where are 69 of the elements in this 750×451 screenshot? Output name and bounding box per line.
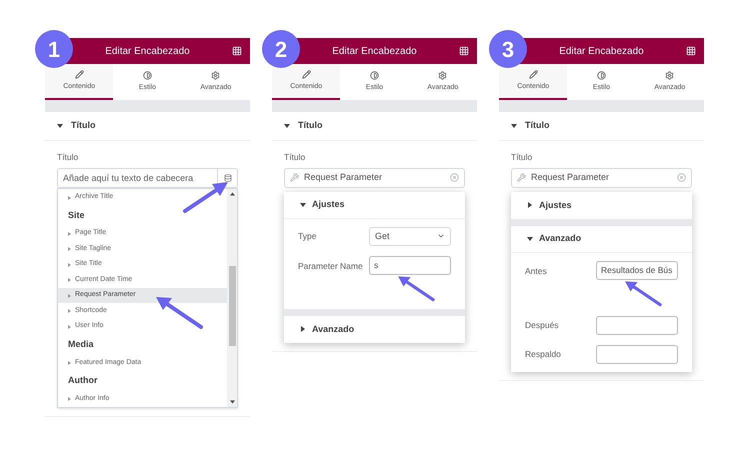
setting-label: Antes — [525, 264, 547, 278]
scroll-down-icon[interactable] — [230, 400, 234, 404]
caret-down-icon — [57, 123, 63, 129]
tag-value: Request Parameter — [531, 171, 610, 184]
pencil-icon — [74, 70, 84, 79]
type-select[interactable]: Get — [369, 226, 451, 246]
section-toggle[interactable]: Título — [272, 112, 477, 141]
panel-title: Editar Encabezado — [559, 44, 644, 58]
bullet-icon — [68, 247, 71, 252]
contrast-icon — [142, 70, 152, 80]
scroll-up-icon[interactable] — [230, 192, 234, 196]
bullet-icon — [68, 324, 71, 329]
step-badge: 2 — [262, 30, 300, 68]
gear-icon — [665, 70, 674, 80]
gear-icon — [438, 70, 448, 80]
caret-down-icon — [511, 123, 517, 129]
contrast-icon — [370, 70, 379, 80]
step-badge: 1 — [35, 30, 73, 68]
pencil-icon — [528, 70, 538, 79]
bullet-icon — [68, 294, 71, 298]
bullet-icon — [68, 309, 71, 314]
caret-down-icon — [527, 236, 533, 242]
section-toggle[interactable]: Ajustes — [284, 192, 465, 219]
section-toggle[interactable]: Título — [499, 112, 704, 141]
wrench-icon — [517, 173, 526, 182]
text-input[interactable] — [596, 344, 678, 364]
gear-icon — [211, 70, 220, 80]
setting-label: Respaldo — [525, 348, 561, 361]
step-badge: 3 — [489, 30, 527, 68]
text-input[interactable] — [596, 316, 678, 335]
field-label: Título — [283, 151, 306, 164]
section-toggle[interactable]: Ajustes — [511, 192, 692, 219]
group-heading: Media — [67, 338, 95, 351]
pencil-icon — [302, 70, 311, 79]
setting-label: Type — [298, 230, 316, 243]
contrast-icon — [596, 70, 606, 80]
grid-menu-icon[interactable] — [459, 46, 469, 56]
section-toggle[interactable]: Título — [45, 112, 250, 141]
scrollbar[interactable] — [227, 188, 237, 407]
group-heading: Site — [67, 208, 86, 222]
bullet-icon — [68, 278, 71, 282]
grid-menu-icon[interactable] — [232, 46, 242, 56]
group-heading: Author — [67, 374, 98, 388]
setting-label: Después — [525, 318, 559, 332]
section-toggle[interactable]: Avanzado — [284, 316, 465, 343]
caret-right-icon — [300, 326, 306, 332]
caret-down-icon — [284, 123, 290, 129]
section-toggle[interactable]: Avanzado — [511, 226, 692, 253]
title-input[interactable]: Añade aquí tu texto de cabecera — [57, 168, 218, 188]
text-input[interactable]: Resultados de Bús — [596, 260, 678, 280]
text-input[interactable]: s — [369, 256, 451, 275]
database-icon — [224, 174, 232, 182]
bullet-icon — [68, 232, 71, 236]
bullet-icon — [68, 360, 71, 365]
bullet-icon — [68, 196, 71, 200]
panel-title: Editar Encabezado — [105, 44, 190, 58]
caret-right-icon — [527, 202, 533, 208]
wrench-icon — [290, 173, 299, 182]
setting-label: Parameter Name — [298, 260, 363, 272]
grid-menu-icon[interactable] — [686, 46, 696, 56]
field-label: Título — [56, 151, 80, 164]
bullet-icon — [68, 262, 71, 267]
bullet-icon — [68, 397, 71, 402]
panel-title: Editar Encabezado — [332, 44, 417, 58]
field-label: Título — [510, 151, 534, 164]
dynamic-tag-field[interactable]: Request Parameter — [511, 168, 692, 188]
tag-value: Request Parameter — [304, 171, 384, 184]
caret-down-icon — [300, 202, 306, 208]
dynamic-tag-field[interactable]: Request Parameter — [284, 168, 465, 188]
